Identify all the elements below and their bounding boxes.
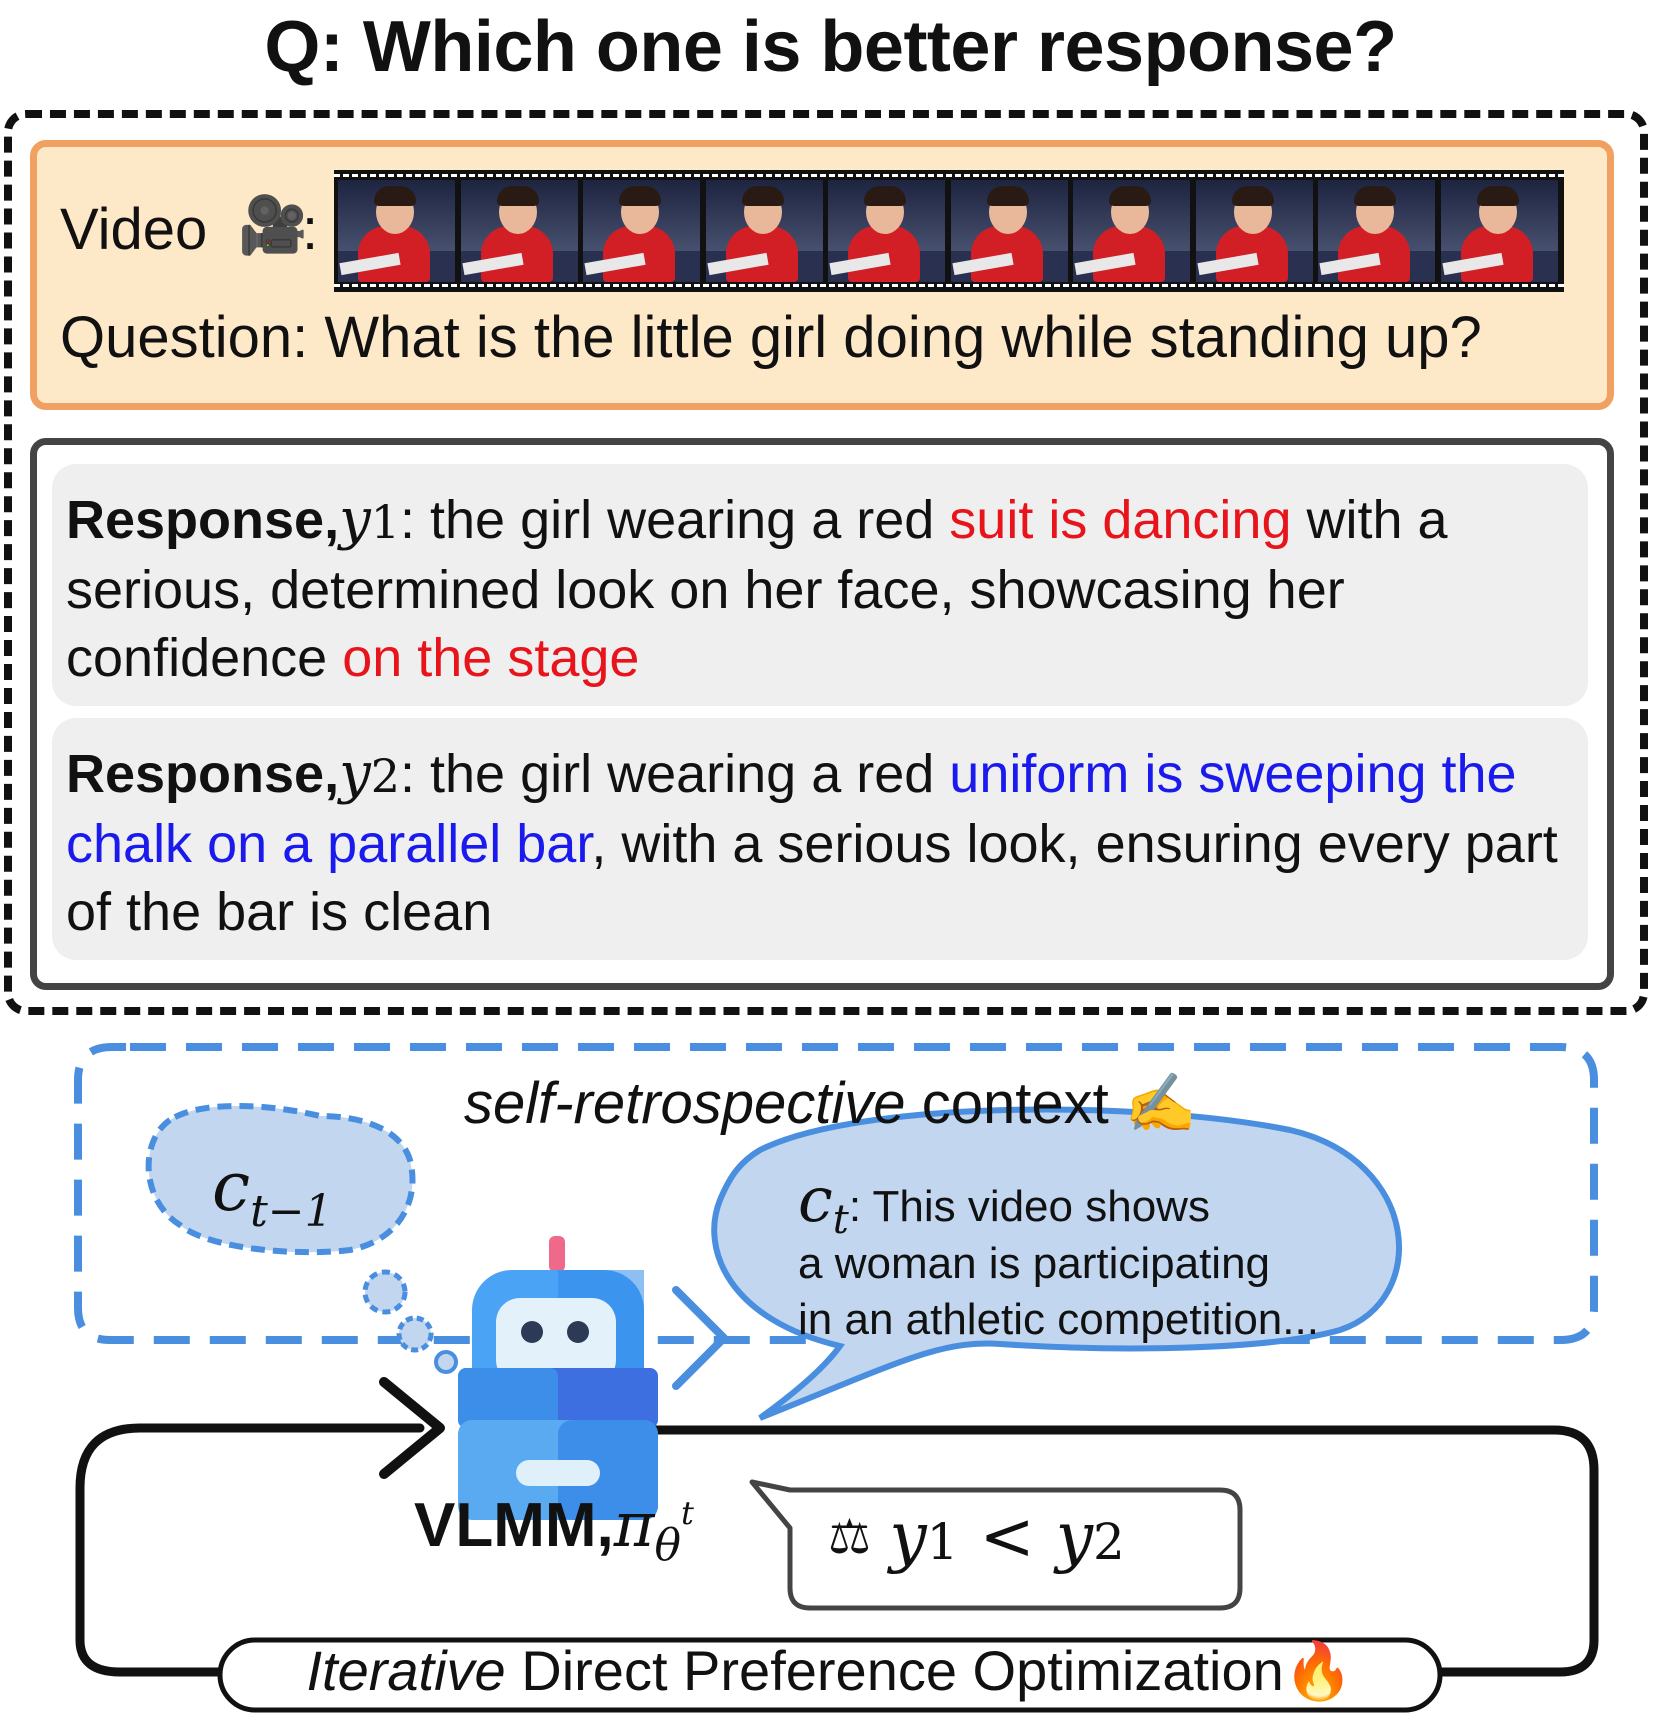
thought-dot-3	[434, 1350, 458, 1374]
context-label-italic: self-retrospective	[463, 1071, 906, 1136]
response-2: Response,𝑦2: the girl wearing a red unif…	[52, 718, 1588, 960]
video-frame	[1073, 180, 1190, 282]
video-frame	[1195, 180, 1313, 282]
curr-context-line-3: in an athletic competition...	[798, 1295, 1319, 1344]
response-1-label: Response,	[66, 490, 340, 550]
video-frame	[460, 180, 578, 282]
balance-scale-icon: ⚖	[828, 1511, 872, 1564]
pref-rhs: y	[1055, 1498, 1094, 1575]
response-1-seg-3: on the stage	[342, 628, 640, 688]
video-film-strip	[334, 170, 1564, 292]
vlmm-robot-icon	[458, 1236, 658, 1520]
response-1: Response,𝑦1: the girl wearing a red suit…	[52, 464, 1588, 706]
question-text: Question: What is the little girl doing …	[60, 305, 1482, 370]
policy-sub: θ	[654, 1520, 682, 1571]
response-2-seg-0: : the girl wearing a red	[400, 744, 950, 804]
model-label: VLMM,πθt	[414, 1488, 694, 1571]
pref-operator: <	[958, 1498, 1056, 1575]
prev-context-sub: t−1	[250, 1186, 333, 1237]
curr-context-sub: t	[832, 1197, 849, 1243]
prev-context-symbol: c	[212, 1148, 251, 1227]
model-name: VLMM,	[414, 1491, 614, 1560]
video-label: Video	[60, 197, 208, 262]
policy-symbol: π	[613, 1488, 655, 1561]
video-frame	[705, 180, 823, 282]
response-2-index: 2	[370, 749, 401, 803]
pref-lhs-sub: 1	[926, 1513, 959, 1571]
video-frame	[1318, 180, 1435, 282]
response-2-label: Response,	[66, 744, 340, 804]
video-camera-icon: 🎥	[238, 193, 308, 256]
pref-rhs-sub: 2	[1093, 1513, 1125, 1571]
previous-context: ct−1	[212, 1148, 333, 1237]
video-frame	[950, 180, 1068, 282]
policy-sup: t	[681, 1494, 694, 1532]
video-frame	[338, 180, 455, 282]
dpo-label-rest: Direct Preference Optimization🔥	[505, 1639, 1354, 1702]
video-frame	[828, 180, 945, 282]
context-label: self-retrospective context ✍	[0, 1070, 1661, 1138]
film-perforation-bottom	[334, 284, 1564, 287]
response-1-index: 1	[370, 495, 401, 549]
pref-lhs: y	[889, 1498, 927, 1575]
preference-relation: ⚖ y1 < y2	[828, 1498, 1125, 1575]
response-2-symbol: 𝑦	[339, 741, 371, 806]
curr-context-line-2: a woman is participating	[798, 1239, 1271, 1288]
thought-dot-2	[396, 1315, 434, 1353]
film-perforation-top	[334, 174, 1564, 177]
response-1-seg-1: suit is dancing	[949, 490, 1292, 550]
response-1-seg-0: : the girl wearing a red	[400, 490, 950, 550]
context-label-rest: context ✍	[905, 1071, 1198, 1136]
video-frame	[583, 180, 700, 282]
dpo-label-italic: Iterative	[306, 1639, 506, 1702]
curr-context-line-1: : This video shows	[848, 1182, 1210, 1231]
thought-dot-1	[362, 1269, 408, 1315]
video-frame	[1440, 180, 1558, 282]
current-context: ct: This video shows a woman is particip…	[798, 1169, 1398, 1348]
curr-context-symbol: c	[798, 1163, 833, 1236]
response-1-symbol: 𝑦	[339, 487, 371, 552]
video-colon: :	[302, 197, 319, 262]
dpo-label: Iterative Direct Preference Optimization…	[220, 1638, 1440, 1704]
figure-title: Q: Which one is better response?	[264, 7, 1397, 87]
